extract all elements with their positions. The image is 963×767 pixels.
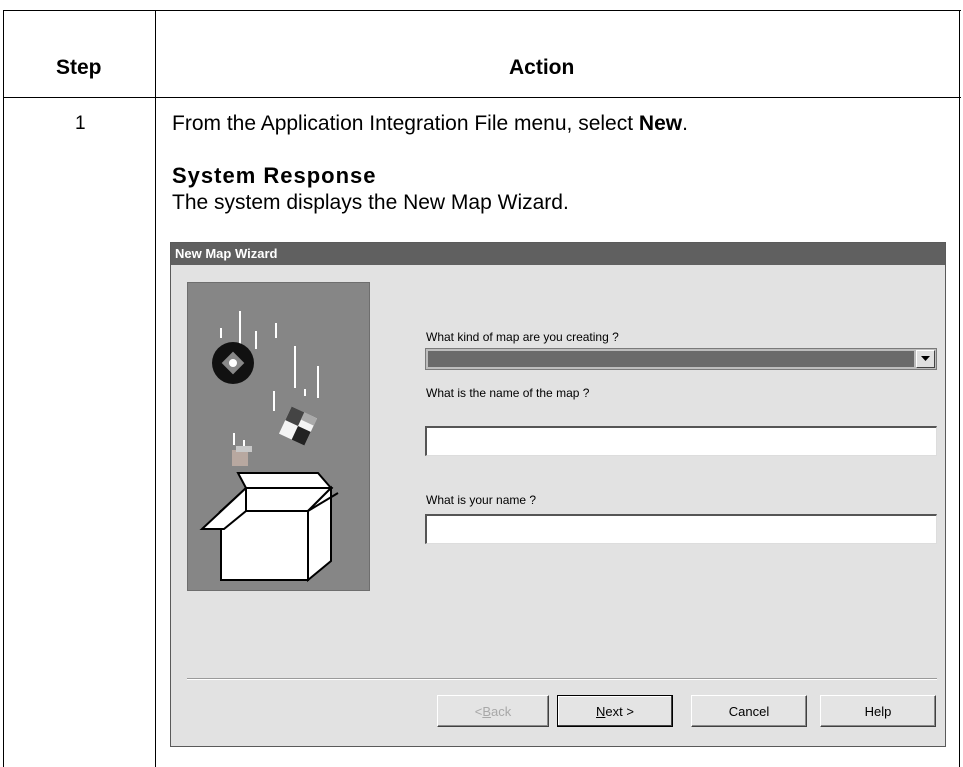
map-name-input[interactable] [425,426,937,456]
dropdown-button[interactable] [916,350,935,368]
system-response-title: System Response [172,163,377,188]
wizard-art-icon [199,311,339,583]
table-border-left [3,10,4,767]
header-step: Step [56,56,102,79]
next-button[interactable]: Next > [557,695,673,727]
menu-item-name: New [638,112,683,135]
help-button[interactable]: Help [820,695,936,727]
wizard-box-illustration [187,282,370,591]
window-title: New Map Wizard [171,243,945,265]
table-column-divider [155,10,156,767]
map-kind-value [428,351,914,367]
map-kind-dropdown[interactable] [425,348,937,370]
new-map-wizard-window: New Map Wizard What kind of map are you … [170,242,946,747]
table-border-top [3,10,961,11]
map-name-question-label: What is the name of the map ? [426,386,590,400]
header-action: Action [509,56,575,79]
step-number: 1 [75,113,86,134]
system-response-text: The system displays the New Map Wizard. [172,191,569,214]
instruction-text: From the Application Integration File me… [172,112,688,135]
table-header-divider [3,97,961,98]
cancel-button[interactable]: Cancel [691,695,807,727]
chevron-down-icon [921,356,930,361]
table-border-right [959,10,960,767]
your-name-question-label: What is your name ? [426,493,537,507]
your-name-input[interactable] [425,514,937,544]
kind-question-label: What kind of map are you creating ? [426,330,619,344]
button-separator [187,678,937,680]
back-button[interactable]: < Back [437,695,549,727]
